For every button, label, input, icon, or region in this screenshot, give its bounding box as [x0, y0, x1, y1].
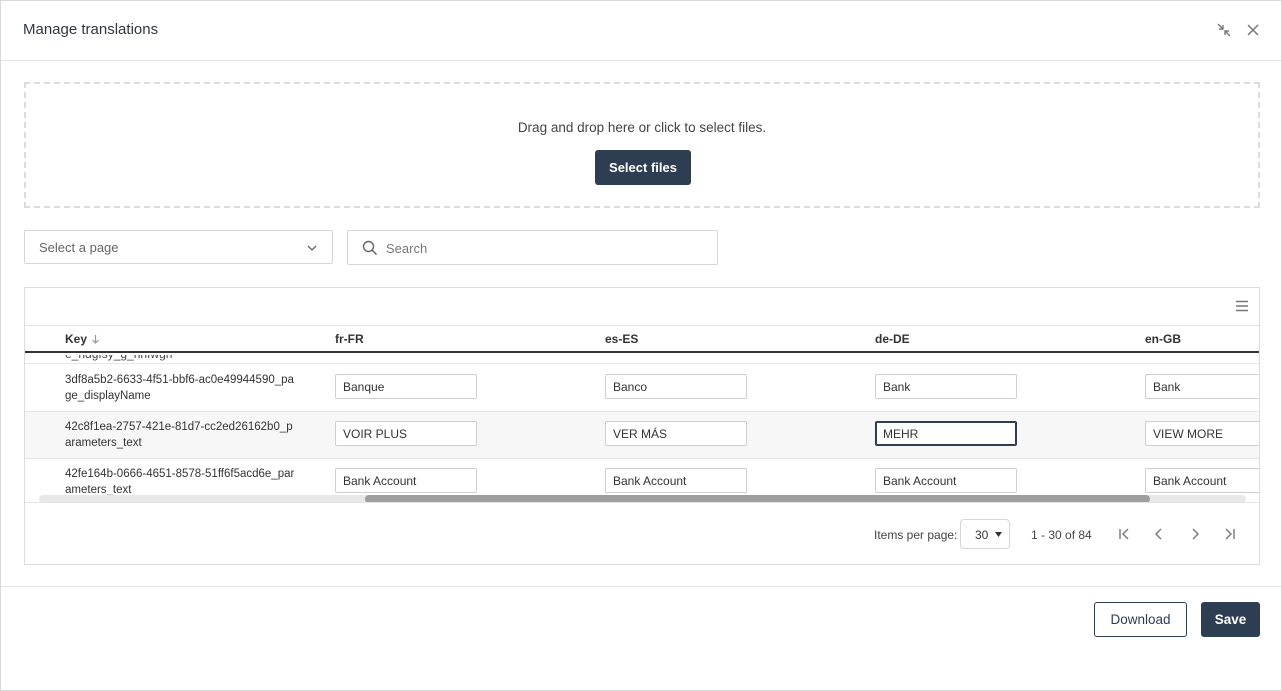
translation-input-fr[interactable]	[335, 468, 477, 493]
page-select[interactable]: Select a page	[24, 230, 333, 264]
first-page-icon[interactable]	[1117, 526, 1131, 542]
translation-input-es[interactable]	[605, 374, 747, 399]
dialog-title: Manage translations	[23, 21, 159, 38]
next-page-icon[interactable]	[1188, 526, 1202, 542]
translation-input-fr[interactable]	[335, 374, 477, 399]
save-button[interactable]: Save	[1201, 602, 1260, 637]
row-key: 42fe164b-0666-4651-8578-51ff6f5acd6e_par…	[65, 468, 295, 496]
chevron-down-icon	[307, 245, 317, 251]
column-header-key[interactable]: Key	[65, 332, 100, 346]
pagination-bar: Items per page: 30 1 - 30 of 84	[25, 502, 1259, 564]
translation-input-fr[interactable]	[335, 421, 477, 446]
manage-translations-dialog: Manage translations Drag and drop here o…	[0, 0, 1282, 691]
column-header-de[interactable]: de-DE	[875, 332, 910, 346]
search-icon	[362, 240, 378, 256]
collapse-icon[interactable]	[1215, 21, 1233, 39]
page-select-placeholder: Select a page	[39, 240, 119, 255]
previous-page-icon[interactable]	[1152, 526, 1166, 542]
hamburger-menu-icon[interactable]	[1235, 299, 1249, 313]
file-dropzone[interactable]: Drag and drop here or click to select fi…	[24, 82, 1260, 208]
translation-input-de[interactable]	[875, 374, 1017, 399]
caret-down-icon	[995, 532, 1002, 537]
column-header-es[interactable]: es-ES	[605, 332, 638, 346]
table-row: 42c8f1ea-2757-421e-81d7-cc2ed26162b0_par…	[25, 412, 1259, 459]
page-range: 1 - 30 of 84	[1031, 528, 1092, 542]
row-key: 3df8a5b2-6633-4f51-bbf6-ac0e49944590_pag…	[65, 374, 294, 402]
dialog-footer: Download Save	[1, 586, 1281, 690]
table-row: 3df8a5b2-6633-4f51-bbf6-ac0e49944590_pag…	[25, 365, 1259, 412]
translation-input-en[interactable]	[1145, 421, 1259, 446]
items-per-page-select[interactable]: 30	[960, 519, 1010, 549]
items-per-page-value: 30	[975, 528, 989, 542]
close-icon[interactable]	[1244, 21, 1262, 39]
search-input[interactable]	[386, 237, 706, 259]
last-page-icon[interactable]	[1223, 526, 1237, 542]
dialog-header: Manage translations	[1, 1, 1281, 61]
row-key: e_hdgfsy_g_nhfwgh	[65, 355, 172, 361]
download-button[interactable]: Download	[1094, 602, 1187, 637]
translations-grid: Key fr-FR es-ES de-DE en-GB e_hdgfsy_g_n…	[24, 287, 1260, 565]
column-header-fr[interactable]: fr-FR	[335, 332, 364, 346]
grid-body: e_hdgfsy_g_nhfwgh 3df8a5b2-6633-4f51-bbf…	[25, 355, 1259, 501]
row-key: 42c8f1ea-2757-421e-81d7-cc2ed26162b0_par…	[65, 421, 293, 449]
translation-input-de[interactable]	[875, 468, 1017, 493]
items-per-page-label: Items per page:	[874, 528, 958, 542]
sort-arrow-down-icon	[92, 335, 99, 344]
translation-input-en[interactable]	[1145, 468, 1259, 493]
translation-input-de[interactable]	[875, 421, 1017, 446]
select-files-button[interactable]: Select files	[595, 150, 691, 185]
translation-input-es[interactable]	[605, 468, 747, 493]
table-row-partial: e_hdgfsy_g_nhfwgh	[25, 355, 1259, 364]
translation-input-en[interactable]	[1145, 374, 1259, 399]
grid-header-row: Key fr-FR es-ES de-DE en-GB	[25, 326, 1259, 353]
column-header-en[interactable]: en-GB	[1145, 332, 1181, 346]
search-box[interactable]	[347, 230, 718, 265]
dropzone-hint: Drag and drop here or click to select fi…	[517, 120, 767, 135]
column-header-key-label: Key	[65, 332, 88, 346]
translation-input-es[interactable]	[605, 421, 747, 446]
grid-toolbar	[25, 288, 1259, 326]
